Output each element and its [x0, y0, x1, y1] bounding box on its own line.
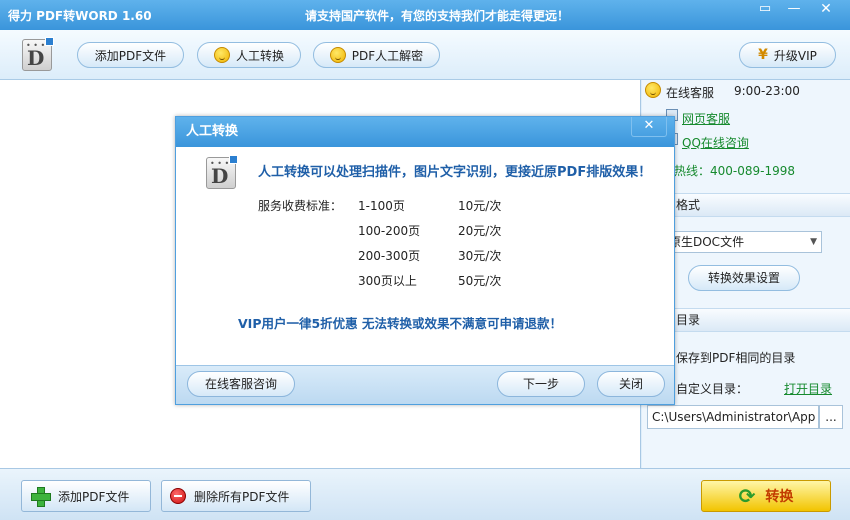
smiley-icon [213, 47, 230, 63]
add-pdf-label: 添加PDF文件 [94, 48, 167, 63]
dialog-body: • • • D 人工转换可以处理扫描件，图片文字识别，更接近原PDF排版效果！ 服… [176, 147, 674, 365]
fee-range: 100-200页 [358, 224, 421, 238]
restore-icon[interactable]: ▭ [750, 0, 780, 20]
fee-price: 50元/次 [458, 274, 502, 288]
minimize-icon[interactable]: — [779, 0, 809, 20]
qq-service-link[interactable]: QQ在线咨询 [682, 134, 749, 151]
app-title: 得力 PDF转WORD 1.60 [8, 9, 152, 23]
fee-price: 20元/次 [458, 224, 502, 238]
delete-all-label: 删除所有PDF文件 [194, 489, 290, 504]
manual-convert-label: 人工转换 [235, 48, 284, 63]
title-bar: 得力 PDF转WORD 1.60 请支持国产软件，有您的支持我们才能走得更远！ … [0, 0, 850, 30]
toolbar: • • • D 添加PDF文件 人工转换 PDF人工解密 ¥ 升级VIP [0, 30, 850, 80]
delete-icon [170, 488, 186, 504]
fee-price: 30元/次 [458, 249, 502, 263]
app-logo-icon: • • • D [206, 155, 238, 189]
pdf-decrypt-button[interactable]: PDF人工解密 [313, 42, 440, 68]
web-service-link[interactable]: 网页客服 [682, 110, 730, 127]
fee-range: 300页以上 [358, 274, 417, 288]
add-pdf-button[interactable]: 添加PDF文件 [77, 42, 184, 68]
smiley-icon [329, 47, 346, 63]
browse-button[interactable]: ... [819, 405, 843, 429]
fee-label: 服务收费标准： [258, 199, 343, 213]
upgrade-vip-button[interactable]: ¥ 升级VIP [739, 42, 836, 68]
dialog-close-button[interactable]: 关闭 [597, 371, 665, 397]
convert-button[interactable]: ⟳ 转换 [701, 480, 831, 512]
fee-price: 10元/次 [458, 199, 502, 213]
vip-note: VIP用户一律5折优惠 无法转换或效果不满意可申请退款！ [238, 316, 563, 331]
smiley-icon [645, 82, 661, 98]
convert-label: 转换 [765, 489, 794, 505]
dialog-title: 人工转换 [176, 117, 674, 147]
format-select-value: 原生DOC文件 [669, 235, 745, 249]
convert-settings-button[interactable]: 转换效果设置 [688, 265, 800, 291]
manual-convert-dialog: 人工转换 ✕ • • • D 人工转换可以处理扫描件，图片文字识别，更接近原PDF… [175, 116, 675, 405]
add-pdf-bottom-label: 添加PDF文件 [58, 489, 130, 504]
output-path-field[interactable]: C:\Users\Administrator\App [647, 405, 819, 429]
service-hours: 9:00-23:00 [734, 84, 800, 98]
bottom-bar: 添加PDF文件 删除所有PDF文件 ⟳ 转换 [0, 468, 850, 520]
next-button[interactable]: 下一步 [497, 371, 585, 397]
fee-range: 1-100页 [358, 199, 405, 213]
dialog-close-icon[interactable]: ✕ [631, 117, 667, 137]
pdf-decrypt-label: PDF人工解密 [351, 48, 424, 63]
fee-range: 200-300页 [358, 249, 421, 263]
open-dir-link[interactable]: 打开目录 [784, 380, 832, 397]
online-service-label: 在线客服 [666, 86, 715, 100]
app-logo-icon: • • • D [22, 37, 54, 71]
format-select[interactable]: 原生DOC文件 ▼ [662, 231, 822, 253]
delete-all-button[interactable]: 删除所有PDF文件 [161, 480, 311, 512]
refresh-icon: ⟳ [738, 484, 756, 508]
add-pdf-bottom-button[interactable]: 添加PDF文件 [21, 480, 151, 512]
dialog-headline: 人工转换可以处理扫描件，图片文字识别，更接近原PDF排版效果！ [258, 165, 652, 180]
same-dir-label: 保存到PDF相同的目录 [676, 351, 796, 365]
custom-dir-label: 自定义目录： [676, 382, 749, 396]
dialog-footer: 在线客服咨询 下一步 关闭 [176, 365, 674, 404]
upgrade-vip-label: 升级VIP [773, 48, 817, 63]
consult-button[interactable]: 在线客服咨询 [187, 371, 295, 397]
plus-icon [30, 486, 51, 507]
chevron-down-icon: ▼ [810, 237, 817, 247]
yen-icon: ¥ [758, 47, 768, 63]
close-icon[interactable]: ✕ [810, 0, 842, 20]
manual-convert-button[interactable]: 人工转换 [197, 42, 301, 68]
title-slogan: 请支持国产软件，有您的支持我们才能走得更远！ [305, 9, 570, 23]
